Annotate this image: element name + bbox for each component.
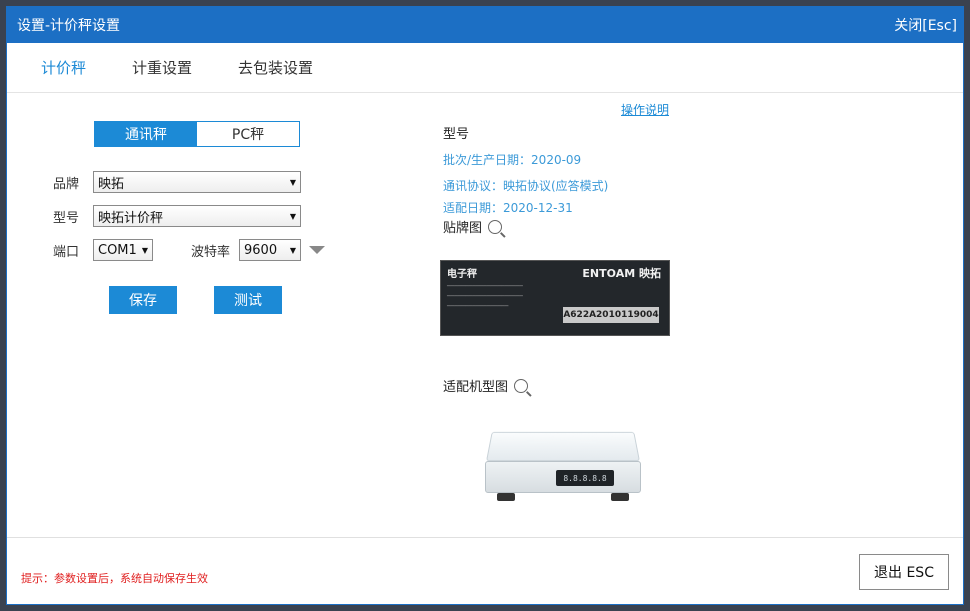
scale-display: 8.8.8.8.8 (556, 470, 614, 486)
nameplate-serial: A622A2010119004 (563, 307, 659, 323)
window-title: 设置-计价秤设置 (17, 18, 121, 34)
tip-text: 提示：参数设置后，系统自动保存生效 (21, 572, 208, 585)
scale-type-toggle: 通讯秤 PC秤 (94, 121, 300, 147)
scale-foot (611, 493, 629, 501)
tab-weighing-settings[interactable]: 计重设置 (132, 57, 192, 78)
port-value: COM1 (98, 242, 137, 258)
tab-bar: 计价秤 计重设置 去包装设置 (7, 43, 963, 93)
exit-button[interactable]: 退出 ESC (859, 554, 949, 590)
adapt-date-info: 适配日期：2020-12-31 (443, 201, 573, 215)
port-row: 端口 COM1 ▼ 波特率 9600 ▼ (53, 239, 325, 261)
footer: 提示：参数设置后，系统自动保存生效 退出 ESC (7, 537, 963, 605)
comm-scale-option[interactable]: 通讯秤 (95, 122, 197, 146)
adapted-heading: 适配机型图 (443, 376, 529, 395)
baud-value: 9600 (244, 242, 278, 258)
scale-image: 8.8.8.8.8 (483, 431, 643, 503)
expand-icon[interactable] (309, 246, 325, 254)
protocol-info: 通讯协议：映拓协议(应答模式) (443, 179, 609, 193)
scale-plate (485, 431, 641, 462)
brand-label: 品牌 (53, 176, 80, 192)
tab-pricing-scale[interactable]: 计价秤 (41, 57, 86, 78)
port-label: 端口 (53, 244, 80, 260)
nameplate-brand: ENTOAM 映拓 (582, 267, 661, 280)
nameplate-title: 贴牌图 (443, 221, 483, 236)
nameplate-heading: 贴牌图 (443, 217, 503, 236)
test-button[interactable]: 测试 (214, 286, 282, 314)
tab-tare-settings[interactable]: 去包装设置 (238, 57, 313, 78)
model-value: 映拓计价秤 (98, 210, 164, 226)
baud-select[interactable]: 9600 ▼ (239, 239, 301, 261)
brand-select[interactable]: 映拓 ▼ (93, 171, 301, 193)
adapted-title: 适配机型图 (443, 380, 509, 395)
model-row: 型号 映拓计价秤 ▼ (53, 205, 301, 227)
content-area: 通讯秤 PC秤 品牌 映拓 ▼ 型号 映拓计价秤 ▼ 端口 COM1 ▼ 波特率 (7, 93, 963, 537)
zoom-icon[interactable] (488, 220, 503, 234)
brand-row: 品牌 映拓 ▼ (53, 171, 301, 193)
model-label: 型号 (53, 210, 80, 226)
batch-info: 批次/生产日期：2020-09 (443, 153, 582, 167)
nameplate-image: 电子秤 ENTOAM 映拓 ───────────────────── ────… (440, 260, 670, 336)
save-button[interactable]: 保存 (109, 286, 177, 314)
close-button[interactable]: 关闭[Esc] (894, 15, 957, 35)
nameplate-detail-line: ───────────────────── (447, 283, 523, 290)
settings-dialog: 设置-计价秤设置 关闭[Esc] 计价秤 计重设置 去包装设置 通讯秤 PC秤 … (6, 6, 964, 605)
baud-label: 波特率 (191, 244, 231, 260)
chevron-down-icon: ▼ (289, 211, 296, 221)
port-select[interactable]: COM1 ▼ (93, 239, 153, 261)
pc-scale-option[interactable]: PC秤 (197, 122, 299, 146)
brand-value: 映拓 (98, 176, 125, 192)
scale-foot (497, 493, 515, 501)
chevron-down-icon: ▼ (289, 177, 296, 187)
help-link[interactable]: 操作说明 (621, 101, 669, 118)
model-info-title: 型号 (443, 127, 470, 142)
chevron-down-icon: ▼ (141, 245, 148, 255)
chevron-down-icon: ▼ (289, 245, 296, 255)
nameplate-detail-line: ───────────────────── (447, 293, 523, 300)
title-bar: 设置-计价秤设置 关闭[Esc] (7, 7, 963, 43)
zoom-icon[interactable] (514, 379, 529, 393)
model-select[interactable]: 映拓计价秤 ▼ (93, 205, 301, 227)
scale-body: 8.8.8.8.8 (485, 461, 641, 493)
